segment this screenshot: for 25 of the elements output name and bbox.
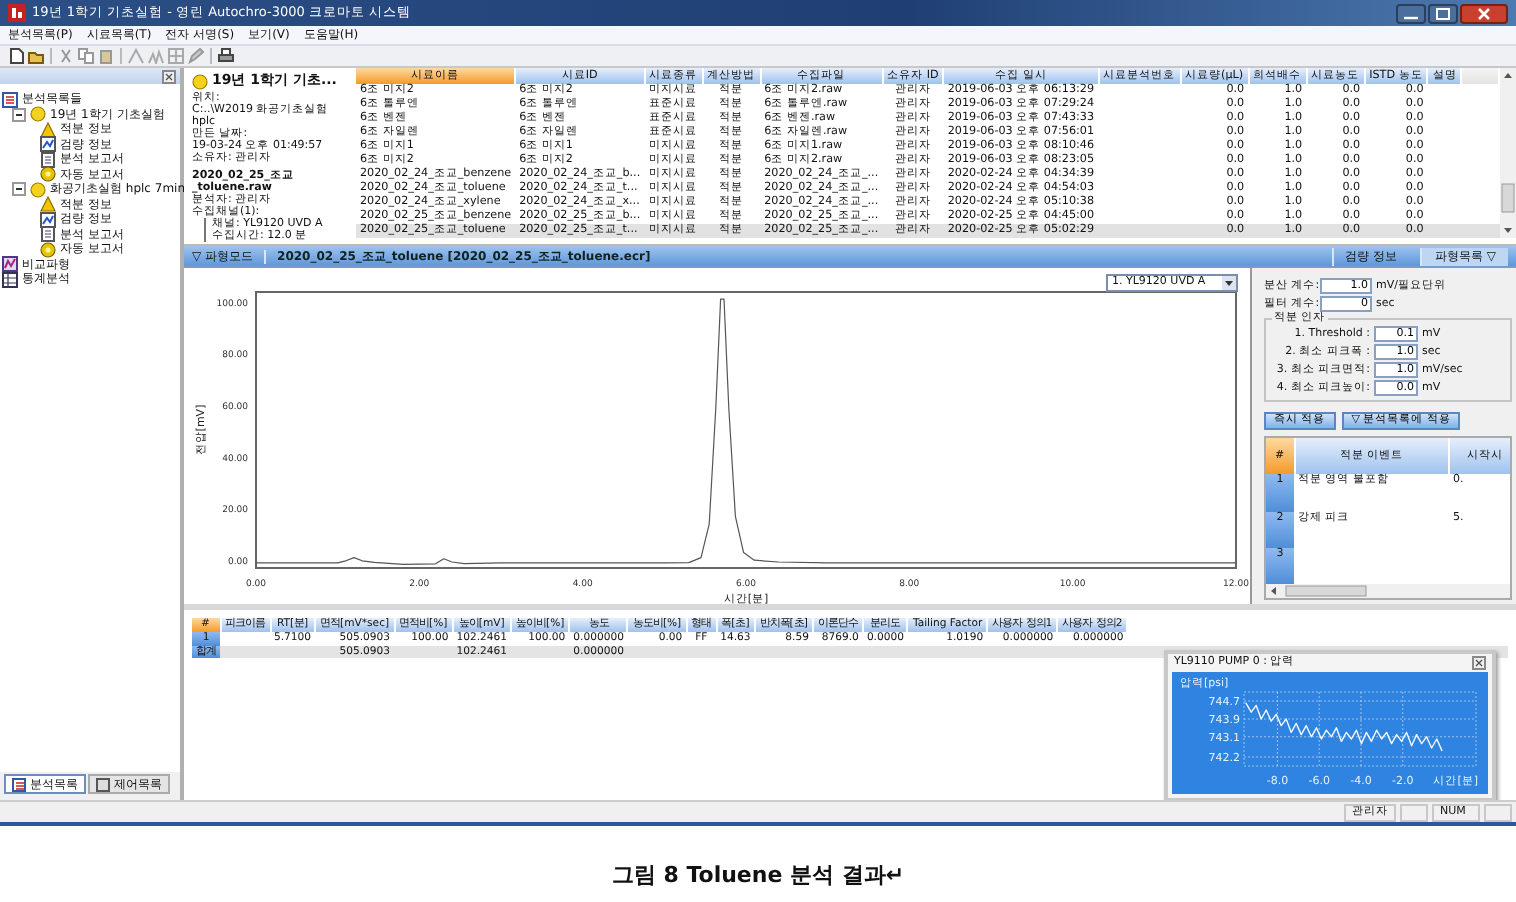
document-icon [40, 226, 56, 243]
disc-icon [30, 106, 46, 123]
scrollbar[interactable] [1500, 68, 1516, 238]
caret-icon [1222, 276, 1236, 290]
chart-icon [40, 136, 56, 153]
disc-icon [192, 73, 208, 89]
disc-icon [40, 241, 56, 258]
close-icon[interactable] [1472, 656, 1486, 670]
chart-icon [40, 211, 56, 228]
print-icon[interactable] [218, 48, 234, 64]
warning-triangle-icon [40, 196, 56, 213]
figure-caption: 그림 8 Toluene 분석 결과↵ [609, 862, 907, 890]
expander-icon[interactable] [12, 107, 26, 122]
expander-icon[interactable] [12, 182, 26, 197]
app-icon [8, 4, 26, 22]
minimize-icon[interactable] [1396, 3, 1426, 23]
chart-icon [2, 256, 18, 273]
close-icon[interactable] [1460, 3, 1508, 23]
maximize-icon[interactable] [1428, 3, 1458, 23]
close-icon[interactable] [162, 69, 176, 83]
panel-icon [96, 777, 110, 791]
document-icon [40, 151, 56, 168]
list-icon [12, 777, 26, 791]
scrollbar[interactable] [1266, 584, 1510, 598]
copy-icon[interactable] [78, 48, 94, 64]
